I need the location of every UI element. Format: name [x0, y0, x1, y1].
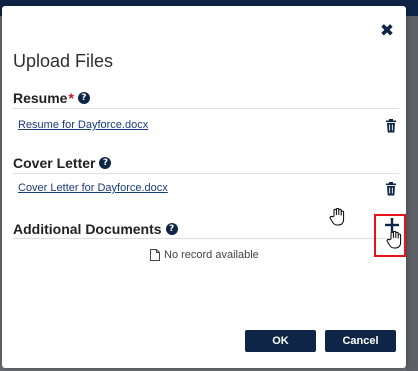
document-icon	[150, 249, 160, 261]
resume-label: Resume	[13, 90, 68, 106]
required-marker: *	[68, 90, 74, 106]
cover-letter-section-label: Cover Letter ?	[13, 155, 112, 171]
help-icon[interactable]: ?	[77, 92, 90, 104]
help-icon[interactable]: ?	[99, 157, 112, 169]
trash-icon[interactable]	[385, 119, 397, 133]
cover-letter-file-link[interactable]: Cover Letter for Dayforce.docx	[18, 182, 168, 194]
ok-button[interactable]: OK	[245, 330, 316, 352]
section-divider	[13, 173, 399, 174]
hand-cursor-icon	[329, 208, 345, 226]
additional-documents-label: Additional Documents	[13, 221, 162, 237]
no-record-text: No record available	[164, 249, 259, 261]
section-divider	[13, 238, 399, 239]
hand-cursor-icon	[386, 231, 402, 249]
cancel-button[interactable]: Cancel	[325, 330, 396, 352]
dialog-title: Upload Files	[13, 51, 114, 71]
plus-icon[interactable]	[385, 218, 399, 232]
additional-documents-section-label: Additional Documents ?	[13, 221, 178, 237]
close-button[interactable]: ✖	[378, 22, 396, 40]
trash-icon[interactable]	[385, 182, 397, 196]
close-icon: ✖	[379, 21, 395, 41]
help-icon[interactable]: ?	[165, 223, 178, 235]
no-record-message: No record available	[150, 249, 259, 261]
resume-section-label: Resume * ?	[13, 90, 90, 106]
cover-letter-label: Cover Letter	[13, 155, 96, 171]
section-divider	[13, 108, 399, 109]
page-backdrop	[406, 16, 418, 371]
resume-file-link[interactable]: Resume for Dayforce.docx	[18, 119, 148, 131]
